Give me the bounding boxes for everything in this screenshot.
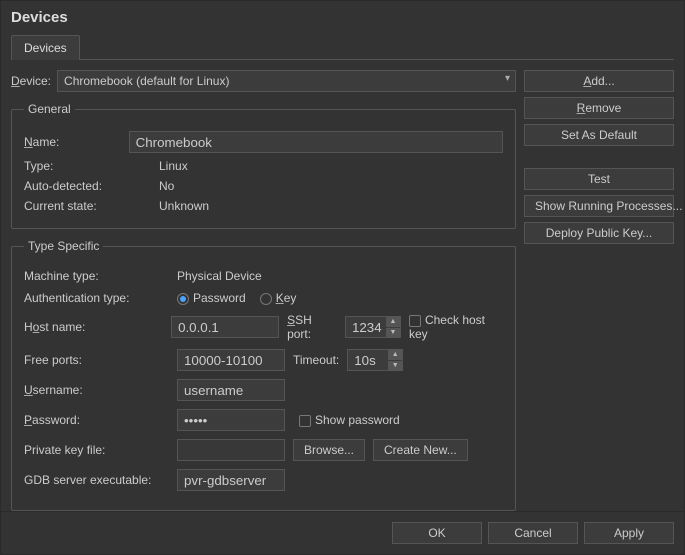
check-host-key[interactable]: Check host key bbox=[409, 313, 503, 341]
deploy-key-button[interactable]: Deploy Public Key... bbox=[524, 222, 674, 244]
name-label: Name: bbox=[24, 135, 129, 149]
auto-value: No bbox=[159, 179, 503, 193]
gdb-input[interactable] bbox=[177, 469, 285, 491]
auth-label: Authentication type: bbox=[24, 291, 169, 305]
dialog-buttons: OK Cancel Apply bbox=[1, 511, 684, 554]
set-default-button[interactable]: Set As Default bbox=[524, 124, 674, 146]
host-label: Host name: bbox=[24, 320, 163, 334]
device-combo-wrap: Chromebook (default for Linux) bbox=[57, 70, 516, 92]
auto-label: Auto-detected: bbox=[24, 179, 159, 193]
show-procs-button[interactable]: Show Running Processes... bbox=[524, 195, 674, 217]
user-label: Username: bbox=[24, 383, 169, 397]
general-group: General Name: Type: Linux Auto-detected:… bbox=[11, 102, 516, 229]
general-legend: General bbox=[24, 102, 75, 116]
timeout-spinner[interactable]: ▲▼ bbox=[388, 350, 402, 370]
gdb-label: GDB server executable: bbox=[24, 473, 169, 487]
cancel-button[interactable]: Cancel bbox=[488, 522, 578, 544]
pass-input[interactable] bbox=[177, 409, 285, 431]
free-input[interactable] bbox=[177, 349, 285, 371]
ssh-label: SSH port: bbox=[287, 313, 337, 341]
free-label: Free ports: bbox=[24, 353, 169, 367]
create-new-button[interactable]: Create New... bbox=[373, 439, 468, 461]
dialog-title: Devices bbox=[1, 1, 684, 28]
content: Device: Chromebook (default for Linux) G… bbox=[11, 59, 674, 511]
apply-button[interactable]: Apply bbox=[584, 522, 674, 544]
state-label: Current state: bbox=[24, 199, 159, 213]
pkf-label: Private key file: bbox=[24, 443, 169, 457]
browse-button[interactable]: Browse... bbox=[293, 439, 365, 461]
auth-password-radio[interactable]: Password bbox=[177, 291, 246, 305]
pkf-input bbox=[177, 439, 285, 461]
tab-devices[interactable]: Devices bbox=[11, 35, 80, 60]
device-row: Device: Chromebook (default for Linux) bbox=[11, 70, 516, 92]
machine-value: Physical Device bbox=[177, 269, 262, 283]
device-combo[interactable]: Chromebook (default for Linux) bbox=[57, 70, 516, 92]
machine-label: Machine type: bbox=[24, 269, 169, 283]
devices-dialog: Devices Devices Device: Chromebook (defa… bbox=[0, 0, 685, 555]
ok-button[interactable]: OK bbox=[392, 522, 482, 544]
type-label: Type: bbox=[24, 159, 159, 173]
timeout-label: Timeout: bbox=[293, 353, 339, 367]
left-column: Device: Chromebook (default for Linux) G… bbox=[11, 70, 516, 511]
device-label: Device: bbox=[11, 74, 51, 88]
remove-button[interactable]: Remove bbox=[524, 97, 674, 119]
ssh-spinner[interactable]: ▲▼ bbox=[386, 317, 400, 337]
host-input[interactable] bbox=[171, 316, 279, 338]
name-input[interactable] bbox=[129, 131, 503, 153]
state-value: Unknown bbox=[159, 199, 503, 213]
typespecific-legend: Type Specific bbox=[24, 239, 103, 253]
add-button[interactable]: Add... bbox=[524, 70, 674, 92]
tab-bar: Devices bbox=[1, 28, 684, 59]
test-button[interactable]: Test bbox=[524, 168, 674, 190]
auth-key-radio[interactable]: Key bbox=[260, 291, 297, 305]
user-input[interactable] bbox=[177, 379, 285, 401]
typespecific-group: Type Specific Machine type: Physical Dev… bbox=[11, 239, 516, 511]
right-column: Add... Remove Set As Default Test Show R… bbox=[524, 70, 674, 511]
type-value: Linux bbox=[159, 159, 503, 173]
show-password[interactable]: Show password bbox=[299, 413, 400, 427]
pass-label: Password: bbox=[24, 413, 169, 427]
